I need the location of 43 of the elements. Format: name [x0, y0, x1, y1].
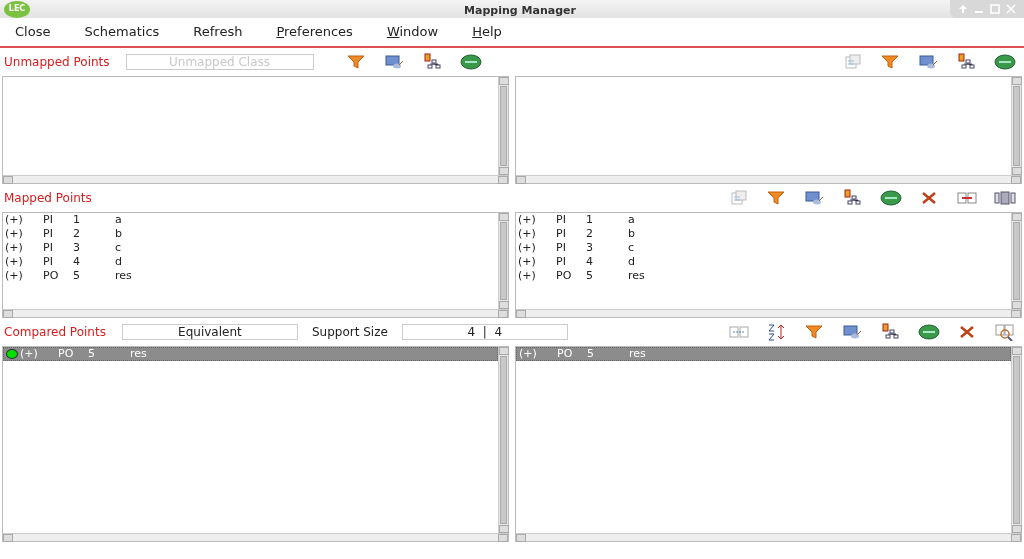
class-icon[interactable] [879, 189, 903, 207]
field-label: Support Size [311, 324, 388, 341]
vertical-scrollbar[interactable] [1011, 213, 1021, 309]
section-title: Unmapped Points [4, 54, 110, 71]
list-row[interactable]: (+) PI 2 b [516, 227, 1011, 241]
list-row[interactable]: (+) PO 5 res [3, 269, 498, 283]
result-field[interactable]: Equivalent [121, 324, 298, 340]
menu-item[interactable]: Help [463, 22, 511, 42]
horizontal-scrollbar[interactable] [3, 533, 508, 541]
horizontal-scrollbar[interactable] [516, 309, 1021, 317]
list-row[interactable]: (+) PI 2 b [3, 227, 498, 241]
menu-item[interactable]: Preferences [267, 22, 362, 42]
app-logo: LEC [4, 0, 30, 18]
horizontal-scrollbar[interactable] [516, 533, 1021, 541]
zoom-icon[interactable] [993, 323, 1017, 341]
list-row[interactable]: (+) PI 1 a [516, 213, 1011, 227]
vertical-scrollbar[interactable] [1011, 347, 1021, 533]
menu-item[interactable]: Refresh [184, 22, 252, 42]
section-title: Compared Points [4, 324, 106, 341]
horizontal-scrollbar[interactable] [516, 175, 1021, 183]
vertical-scrollbar[interactable] [498, 77, 508, 175]
list-row[interactable]: (+) PI 4 d [3, 255, 498, 269]
class-icon[interactable] [993, 53, 1017, 71]
window-title: Mapping Manager [464, 4, 576, 17]
list-row[interactable]: (+) PI 3 c [516, 241, 1011, 255]
list-row[interactable]: (+) PI 4 d [516, 255, 1011, 269]
menu-item[interactable]: Schematics [75, 22, 169, 42]
vertical-scrollbar[interactable] [498, 213, 508, 309]
compare-icon[interactable] [955, 189, 979, 207]
list-row[interactable]: (+) PO 5 res [516, 269, 1011, 283]
list-row[interactable]: (+) PI 1 a [3, 213, 498, 227]
class-icon[interactable] [917, 323, 941, 341]
menu-item[interactable]: Close [6, 22, 60, 42]
horizontal-scrollbar[interactable] [3, 309, 508, 317]
menu-item[interactable]: Window [377, 22, 448, 42]
vertical-scrollbar[interactable] [498, 347, 508, 533]
section-title: Mapped Points [4, 190, 92, 207]
class-icon[interactable] [458, 53, 483, 71]
columns-icon[interactable] [993, 189, 1017, 207]
list-row[interactable]: (+) PI 3 c [3, 241, 498, 255]
vertical-scrollbar[interactable] [1011, 77, 1021, 175]
horizontal-scrollbar[interactable] [3, 175, 508, 183]
support-size-field[interactable]: 4 | 4 [401, 324, 568, 340]
